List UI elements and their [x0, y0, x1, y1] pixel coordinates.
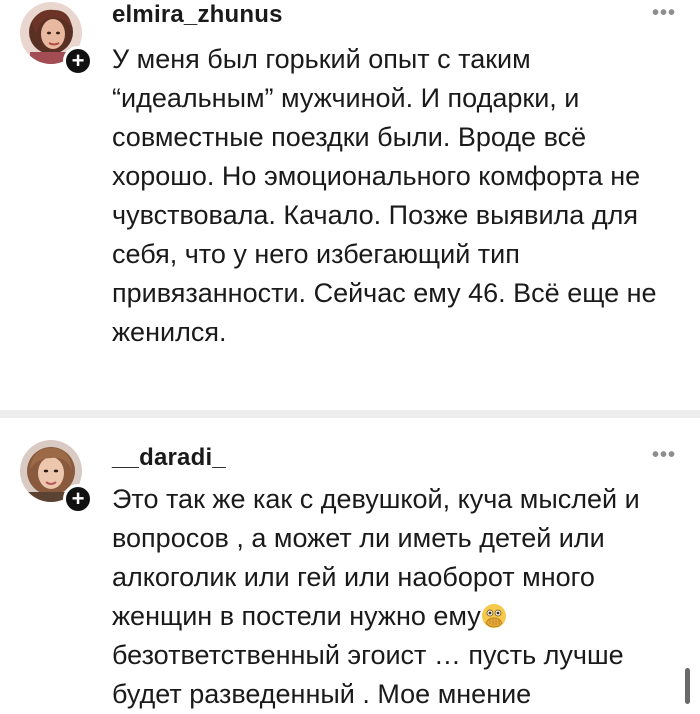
comment-text-part: Это так же как с девушкой, куча мыслей и…: [112, 484, 640, 631]
scrollbar[interactable]: [685, 668, 690, 704]
face-with-hand-over-mouth-icon: [481, 604, 506, 628]
comment-username[interactable]: __daradi_: [112, 444, 226, 472]
comment-text: У меня был горький опыт с таким “идеальн…: [112, 44, 657, 347]
comment-text: Это так же как с девушкой, куча мыслей и…: [112, 480, 682, 714]
comment-item: + __daradi_ ••• Это так же как с девушко…: [0, 418, 700, 709]
comment-divider: [0, 410, 700, 418]
comment-text-part: безответственный эгоист … пусть лучше бу…: [112, 640, 624, 709]
comment-item: + elmira_zhunus ••• У меня был горький о…: [0, 0, 700, 410]
add-story-badge[interactable]: +: [63, 484, 93, 514]
more-options-icon[interactable]: •••: [652, 2, 676, 25]
avatar-container[interactable]: +: [20, 440, 96, 516]
avatar-container[interactable]: +: [20, 2, 96, 78]
comment-username[interactable]: elmira_zhunus: [112, 1, 283, 29]
more-options-icon[interactable]: •••: [652, 444, 676, 467]
add-story-badge[interactable]: +: [63, 46, 93, 76]
